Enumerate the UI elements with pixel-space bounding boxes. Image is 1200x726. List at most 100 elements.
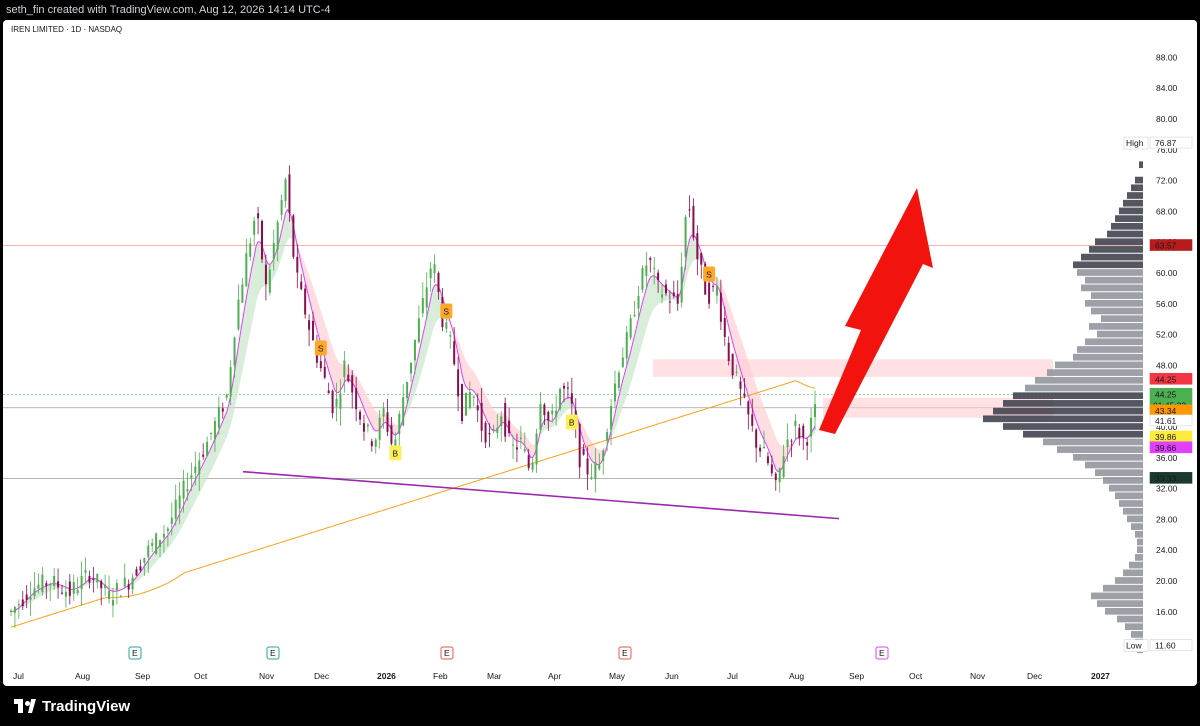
- price-chart[interactable]: S B S B S Jul Aug Sep Oct Nov Dec 2026 Feb Mar Apr May J…: [3, 20, 1197, 686]
- candle-body: [774, 473, 777, 481]
- volume-profile-bar: [1081, 284, 1143, 292]
- candle-body: [437, 272, 440, 293]
- candle-body: [759, 447, 762, 452]
- price-tag-label: High: [1126, 138, 1144, 148]
- volume-profile-bar: [1135, 530, 1143, 538]
- volume-profile-bar: [1139, 161, 1143, 169]
- volume-profile-bar: [1119, 207, 1143, 215]
- candle-body: [257, 213, 260, 219]
- price-tag-value: 41.61: [1155, 416, 1177, 426]
- candle-body: [763, 446, 766, 449]
- candle-body: [237, 299, 240, 330]
- candle-body: [570, 393, 573, 404]
- x-tick-label: Jul: [13, 671, 24, 681]
- candle-body: [206, 441, 209, 456]
- signal-marker-label: S: [706, 270, 712, 280]
- candle-body: [253, 220, 256, 235]
- y-tick-label: 24.00: [1156, 545, 1178, 555]
- candle-body: [331, 390, 334, 414]
- y-tick-label: 16.00: [1156, 607, 1178, 617]
- volume-profile-bar: [1003, 423, 1143, 430]
- candle-body: [319, 361, 322, 369]
- volume-profile-bar: [1131, 523, 1143, 530]
- candle-body: [155, 533, 158, 554]
- volume-profile-bar: [1135, 176, 1143, 184]
- candle-body: [602, 450, 605, 462]
- ma-cloud-segment: [779, 444, 782, 472]
- volume-profile-bar: [1103, 477, 1143, 484]
- candle-body: [284, 179, 287, 202]
- x-tick-label: Dec: [1027, 671, 1043, 681]
- y-tick-label: 88.00: [1156, 52, 1178, 62]
- candle-body: [268, 269, 271, 293]
- earnings-marker-label: E: [622, 648, 628, 658]
- candle-body: [57, 581, 60, 588]
- candle-body: [402, 397, 405, 426]
- candle-body: [429, 268, 432, 279]
- candle-body: [359, 411, 362, 420]
- candle-body: [468, 391, 471, 408]
- candle-body: [806, 442, 809, 446]
- candle-body: [449, 335, 452, 337]
- candle-body: [453, 341, 456, 365]
- candle-body: [311, 320, 314, 341]
- volume-profile-bar: [1123, 507, 1143, 515]
- candle-body: [288, 174, 291, 213]
- volume-profile-bar: [1077, 269, 1143, 276]
- candle-body: [143, 558, 146, 563]
- candle-body: [127, 584, 130, 590]
- earnings-marker-label: E: [444, 648, 450, 658]
- candle-body: [539, 403, 542, 431]
- volume-profile-bar: [1095, 238, 1143, 246]
- candle-body: [139, 566, 142, 571]
- candle-body: [551, 410, 554, 415]
- ma-cloud-segment: [473, 371, 476, 394]
- price-tag-value: 33.33: [1155, 473, 1177, 483]
- candle-body: [766, 456, 769, 464]
- candle-body: [578, 423, 581, 468]
- candle-body: [202, 454, 205, 457]
- ma-cloud-segment: [758, 390, 761, 432]
- ma-cloud-segment: [471, 369, 474, 392]
- candle-body: [304, 288, 307, 315]
- candle-body: [213, 420, 216, 440]
- volume-profile-bar: [1105, 607, 1143, 615]
- candle-body: [480, 402, 483, 431]
- y-tick-label: 48.00: [1156, 360, 1178, 370]
- candle-body: [347, 374, 350, 382]
- candle-body: [512, 444, 515, 446]
- earnings-marker-label: E: [270, 648, 276, 658]
- candle-body: [649, 258, 652, 261]
- ma-cloud-segment: [285, 209, 288, 245]
- tradingview-logo[interactable]: TradingView: [14, 698, 130, 715]
- candle-body: [190, 475, 193, 478]
- candle-body: [496, 427, 499, 433]
- chart-panel[interactable]: S B S B S Jul Aug Sep Oct Nov Dec 2026 Feb Mar Apr May J…: [3, 20, 1197, 686]
- volume-profile-bar: [1085, 461, 1143, 469]
- y-tick-label: 84.00: [1156, 83, 1178, 93]
- candle-body: [335, 399, 338, 407]
- candle-body: [261, 220, 264, 260]
- candle-body: [245, 253, 248, 287]
- candle-body: [339, 393, 342, 409]
- ma-cloud-segment: [258, 241, 261, 296]
- candle-body: [13, 607, 16, 613]
- candle-body: [370, 441, 373, 447]
- candle-body: [492, 428, 495, 431]
- chart-credit: seth_fin created with TradingView.com, A…: [0, 0, 1200, 20]
- candle-body: [715, 286, 718, 296]
- price-tag-value: 11.60: [1155, 641, 1176, 651]
- candle-body: [782, 456, 785, 478]
- y-tick-label: 28.00: [1156, 514, 1178, 524]
- volume-profile-bar: [1115, 492, 1143, 500]
- candle-body: [198, 460, 201, 475]
- x-tick-label: Jun: [665, 671, 679, 681]
- candle-body: [131, 577, 134, 590]
- volume-profile-bar: [1101, 315, 1143, 323]
- candle-body: [515, 447, 518, 450]
- volume-profile-bar: [1057, 446, 1143, 453]
- x-tick-label: Nov: [970, 671, 986, 681]
- candle-body: [641, 267, 644, 290]
- candle-body: [417, 318, 420, 343]
- candle-body: [64, 591, 67, 597]
